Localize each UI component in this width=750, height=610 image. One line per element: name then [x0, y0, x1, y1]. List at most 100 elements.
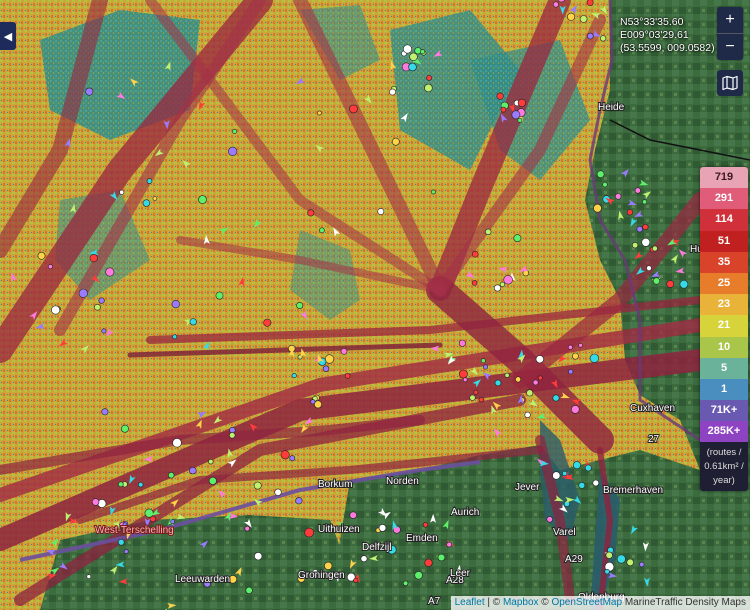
- ship-dot-icon: [478, 397, 484, 403]
- ship-dot-icon: [229, 432, 236, 439]
- ship-dot-icon: [605, 551, 613, 559]
- map-attribution: Leaflet | © Mapbox © OpenStreetMap Marin…: [450, 596, 750, 610]
- ship-dot-icon: [119, 189, 125, 195]
- ship-dot-icon: [37, 251, 46, 260]
- place-label: Jever: [515, 482, 540, 493]
- legend-entry: 1: [700, 378, 748, 401]
- attribution-separator: ©: [538, 597, 552, 608]
- ship-dot-icon: [473, 389, 479, 395]
- ship-dot-icon: [377, 208, 385, 215]
- legend-entry: 114: [700, 209, 748, 231]
- ship-dot-icon: [517, 98, 527, 107]
- decimal-readout: (53.5599, 009.0582): [620, 42, 715, 54]
- ship-dot-icon: [446, 541, 453, 548]
- ship-dot-icon: [117, 538, 125, 546]
- ship-dot-icon: [626, 558, 634, 567]
- ship-dot-icon: [105, 267, 115, 277]
- ship-dot-icon: [391, 137, 400, 146]
- ship-dot-icon: [198, 195, 207, 204]
- ship-dot-icon: [616, 554, 626, 564]
- legend-entry: 51: [700, 230, 748, 252]
- ship-dot-icon: [499, 281, 506, 288]
- ship-dot-icon: [307, 209, 315, 217]
- ship-dot-icon: [215, 291, 224, 300]
- zoom-out-button[interactable]: −: [717, 33, 743, 60]
- ship-dot-icon: [572, 352, 579, 360]
- ship-dot-icon: [349, 511, 357, 519]
- ship-dot-icon: [118, 481, 124, 488]
- map-layers-button[interactable]: [717, 70, 743, 96]
- density-map[interactable]: West-Terschelling Leeuwarden Groningen U…: [0, 0, 750, 610]
- zoom-control: + −: [717, 7, 743, 60]
- place-label: Aurich: [451, 507, 479, 518]
- ship-dot-icon: [324, 354, 335, 364]
- ship-dot-icon: [353, 577, 359, 583]
- ship-dot-icon: [172, 438, 182, 448]
- place-label: Delfzijl: [362, 542, 391, 553]
- ship-dot-icon: [422, 522, 429, 528]
- ship-dot-icon: [208, 459, 214, 465]
- ship-dot-icon: [322, 365, 330, 372]
- ship-dot-icon: [244, 525, 250, 532]
- ship-dot-icon: [171, 300, 180, 309]
- ship-dot-icon: [263, 318, 272, 327]
- ship-dot-icon: [172, 334, 178, 340]
- ship-dot-icon: [98, 297, 105, 304]
- ship-dot-icon: [78, 288, 88, 298]
- ship-dot-icon: [142, 199, 151, 207]
- place-label: A29: [565, 554, 583, 565]
- ship-dot-icon: [340, 347, 348, 355]
- ship-dot-icon: [626, 209, 634, 216]
- ship-dot-icon: [480, 358, 486, 364]
- ship-dot-icon: [254, 552, 263, 561]
- ship-dot-icon: [208, 476, 217, 485]
- ship-dot-icon: [324, 561, 333, 571]
- sidebar-toggle-button[interactable]: ◀: [0, 22, 16, 50]
- ship-dot-icon: [532, 379, 539, 386]
- ship-dot-icon: [631, 242, 639, 249]
- openstreetmap-link[interactable]: OpenStreetMap: [551, 597, 622, 608]
- ship-dot-icon: [349, 104, 358, 114]
- ship-dot-icon: [85, 87, 94, 96]
- leaflet-link[interactable]: Leaflet: [455, 597, 485, 608]
- ship-dot-icon: [51, 305, 61, 315]
- ship-dot-icon: [414, 571, 423, 580]
- place-label: Leeuwarden: [175, 574, 230, 585]
- ship-dot-icon: [639, 561, 645, 568]
- ship-dot-icon: [526, 389, 534, 397]
- mapbox-link[interactable]: Mapbox: [503, 597, 539, 608]
- ship-dot-icon: [402, 580, 409, 586]
- ship-dot-icon: [189, 466, 197, 475]
- ship-dot-icon: [228, 575, 238, 584]
- legend-entry: 71K+: [700, 400, 748, 422]
- ship-dot-icon: [592, 479, 600, 487]
- legend-entry: 285K+: [700, 421, 748, 443]
- place-label: Bremerhaven: [603, 485, 663, 496]
- place-label: Groningen: [298, 570, 345, 581]
- ship-dot-icon: [504, 372, 510, 378]
- place-label: A7: [428, 596, 441, 607]
- ship-dot-icon: [295, 497, 303, 505]
- ship-dot-icon: [535, 355, 544, 364]
- ship-dot-icon: [567, 344, 573, 350]
- ship-dot-icon: [101, 408, 109, 416]
- ship-dot-icon: [232, 128, 238, 134]
- legend-unit-line: year): [713, 475, 735, 487]
- ship-dot-icon: [458, 339, 466, 347]
- ship-dot-icon: [469, 394, 476, 401]
- zoom-in-button[interactable]: +: [717, 7, 743, 33]
- place-label: Borkum: [318, 479, 352, 490]
- ship-dot-icon: [500, 106, 507, 113]
- longitude-readout: E009°03'29.61: [620, 29, 689, 41]
- latitude-readout: N53°33'35.60: [620, 16, 684, 28]
- ship-dot-icon: [389, 88, 396, 96]
- ship-dot-icon: [426, 75, 432, 81]
- ship-dot-icon: [89, 254, 98, 263]
- ship-dot-icon: [402, 44, 412, 54]
- ship-dot-icon: [572, 461, 581, 470]
- ship-dot-icon: [599, 35, 607, 42]
- legend-unit-line: (routes /: [706, 447, 742, 459]
- ship-dot-icon: [253, 481, 262, 490]
- ship-dot-icon: [602, 181, 608, 188]
- ship-dot-icon: [378, 524, 387, 532]
